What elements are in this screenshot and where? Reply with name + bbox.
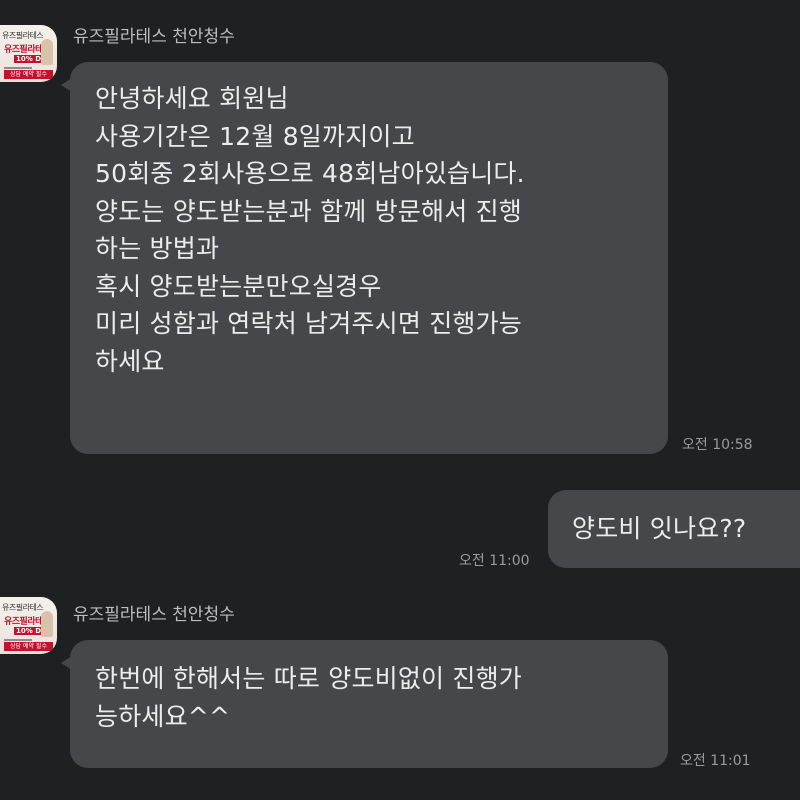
avatar-line	[4, 67, 32, 69]
message-line: 사용기간은 12월 8일까지이고	[95, 121, 415, 151]
avatar-footer: 상담 예약 필수	[4, 642, 53, 651]
message-line: 능하세요^^	[95, 701, 231, 731]
avatar-line	[4, 639, 32, 641]
avatar-top-text: 유즈필라테스	[2, 603, 44, 612]
avatar-footer: 상담 예약 필수	[4, 70, 53, 79]
avatar-top-text: 유즈필라테스	[2, 31, 44, 40]
message-bubble[interactable]: 양도비 잇나요??	[548, 490, 800, 568]
avatar-figure	[41, 39, 53, 65]
sender-name: 유즈필라테스 천안청수	[73, 27, 235, 47]
message-line: 안녕하세요 회원님	[95, 84, 289, 113]
message-timestamp: 오전 10:58	[682, 437, 753, 453]
message-bubble[interactable]: 한번에 한해서는 따로 양도비없이 진행가 능하세요^^	[61, 640, 668, 768]
message-timestamp: 오전 11:01	[680, 753, 751, 769]
message-line: 미리 성함과 연락처 남겨주시면 진행가능	[95, 309, 522, 338]
message-line: 양도비 잇나요??	[572, 514, 747, 543]
message-line: 하는 방법과	[95, 234, 220, 263]
message-bubble[interactable]: 안녕하세요 회원님 사용기간은 12월 8일까지이고 50회중 2회사용으로 4…	[61, 62, 668, 454]
avatar-figure	[41, 611, 53, 637]
message-line: 한번에 한해서는 따로 양도비없이 진행가	[95, 664, 522, 693]
message-line: 양도는 양도받는분과 함께 방문해서 진행	[95, 196, 522, 226]
message-timestamp: 오전 11:00	[459, 553, 530, 569]
sender-avatar[interactable]: 유즈필라테스 유즈필라테스 10% DC 상담 예약 필수	[0, 597, 57, 654]
sender-name: 유즈필라테스 천안청수	[73, 605, 235, 625]
sender-avatar[interactable]: 유즈필라테스 유즈필라테스 10% DC 상담 예약 필수	[0, 25, 57, 82]
message-line: 50회중 2회사용으로 48회남아있습니다.	[95, 159, 525, 188]
message-line: 하세요	[95, 346, 165, 376]
message-line: 혹시 양도받는분만오실경우	[95, 271, 382, 301]
